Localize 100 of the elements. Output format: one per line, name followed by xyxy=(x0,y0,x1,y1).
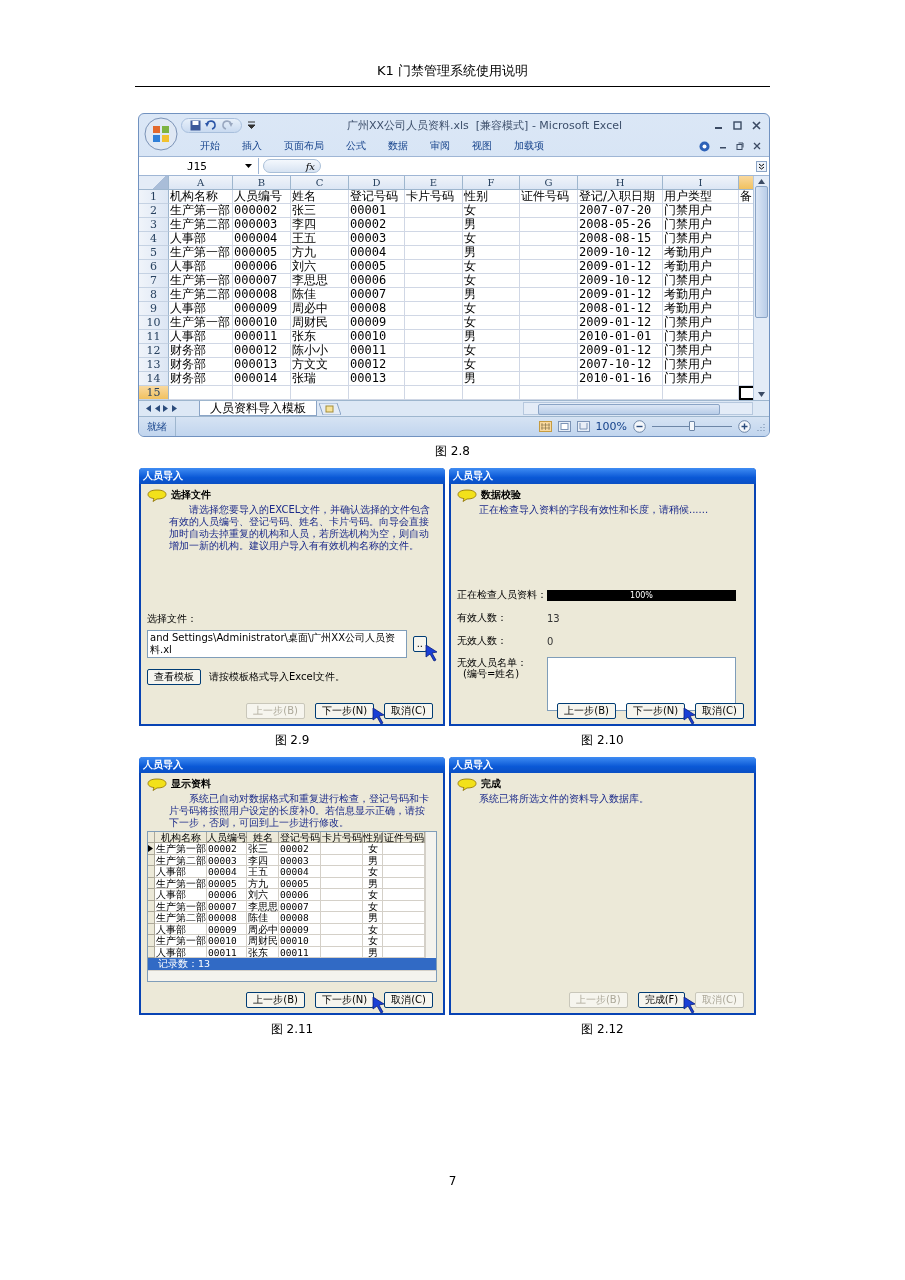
row-header[interactable]: 3 xyxy=(139,218,169,232)
table-cell: 00011 xyxy=(349,344,405,358)
row-header[interactable]: 2 xyxy=(139,204,169,218)
row-header[interactable]: 5 xyxy=(139,246,169,260)
wizard-button[interactable]: 上一步(B) xyxy=(246,992,305,1008)
table-cell: 门禁用户 xyxy=(663,372,739,386)
step-description: 系统已将所选文件的资料导入数据库。 xyxy=(478,792,650,805)
table-cell: 方九 xyxy=(291,246,349,260)
row-header[interactable]: 8 xyxy=(139,288,169,302)
step-description: 正在检查导入资料的字段有效性和长度，请稍候...... xyxy=(478,503,710,516)
wizard-button[interactable]: 上一步(B) xyxy=(557,703,616,719)
table-cell: 周必中 xyxy=(247,923,279,935)
wizard-button[interactable]: 下一步(N) xyxy=(625,703,686,719)
row-header[interactable]: 1 xyxy=(139,190,169,204)
maximize-icon[interactable] xyxy=(733,120,742,130)
table-cell: 00005 xyxy=(349,260,405,274)
figure-caption: 图 2.11 xyxy=(269,1021,315,1038)
row-header[interactable]: 10 xyxy=(139,316,169,330)
column-header[interactable]: G xyxy=(520,176,578,190)
column-header[interactable]: F xyxy=(463,176,520,190)
row-header[interactable]: 15 xyxy=(139,386,169,400)
table-cell: 女 xyxy=(363,900,383,912)
empty-cell xyxy=(405,246,463,260)
column-header[interactable]: I xyxy=(663,176,739,190)
empty-cell xyxy=(405,288,463,302)
table-cell: 人事部 xyxy=(169,232,233,246)
wizard-button[interactable]: 完成(F) xyxy=(637,992,686,1008)
ribbon-tab[interactable]: 插入 xyxy=(231,139,273,153)
table-cell: 女 xyxy=(363,866,383,878)
horizontal-scrollbar[interactable] xyxy=(523,402,753,415)
table-cell: 生产第二部 xyxy=(169,218,233,232)
column-header[interactable]: D xyxy=(349,176,405,190)
row-header[interactable]: 4 xyxy=(139,232,169,246)
horizontal-scrollbar[interactable] xyxy=(148,970,436,981)
column-header[interactable]: E xyxy=(405,176,463,190)
row-header[interactable]: 14 xyxy=(139,372,169,386)
table-cell: 00004 xyxy=(207,866,247,878)
table-cell: 00004 xyxy=(279,866,321,878)
ribbon-tab[interactable]: 公式 xyxy=(335,139,377,153)
page-layout-icon[interactable] xyxy=(557,421,571,432)
table-cell: 00006 xyxy=(279,889,321,901)
vertical-scrollbar[interactable] xyxy=(425,831,436,958)
restore-icon[interactable] xyxy=(736,142,744,150)
empty-cell xyxy=(405,372,463,386)
ribbon-tab[interactable]: 数据 xyxy=(377,139,419,153)
dropdown-icon[interactable] xyxy=(245,164,252,168)
ribbon-tab[interactable]: 审阅 xyxy=(419,139,461,153)
wizard-button[interactable]: 取消(C) xyxy=(384,703,433,719)
row-selector[interactable] xyxy=(148,843,155,855)
help-icon[interactable] xyxy=(699,140,710,152)
row-header[interactable]: 11 xyxy=(139,330,169,344)
table-cell: 000012 xyxy=(233,344,291,358)
table-cell: 2008-01-12 xyxy=(578,302,663,316)
row-header[interactable]: 13 xyxy=(139,358,169,372)
save-icon[interactable] xyxy=(190,119,201,131)
file-path-field[interactable]: and Settings\Administrator\桌面\广州XX公司人员资料.xl xyxy=(147,630,407,658)
wizard-button[interactable]: 取消(C) xyxy=(695,703,744,719)
table-cell: 女 xyxy=(463,274,520,288)
wizard-button[interactable]: 下一步(N) xyxy=(314,992,375,1008)
expand-icon[interactable] xyxy=(756,160,767,172)
table-cell: 女 xyxy=(363,843,383,855)
row-header[interactable]: 9 xyxy=(139,302,169,316)
office-button[interactable] xyxy=(144,117,178,151)
sheet-tab[interactable]: 人员资料导入模板 xyxy=(199,401,317,416)
wizard-button[interactable]: 下一步(N) xyxy=(314,703,375,719)
undo-icon[interactable] xyxy=(205,120,217,130)
empty-cell xyxy=(321,866,363,878)
table-cell: 考勤用户 xyxy=(663,260,739,274)
scroll-down-icon[interactable] xyxy=(758,392,765,397)
column-header[interactable]: A xyxy=(169,176,233,190)
ribbon-tab[interactable]: 开始 xyxy=(189,139,231,153)
close-icon[interactable] xyxy=(752,120,761,130)
row-header[interactable]: 6 xyxy=(139,260,169,274)
customize-icon[interactable] xyxy=(248,121,255,129)
insert-function-button[interactable]: fx xyxy=(305,160,315,172)
column-header[interactable]: B xyxy=(233,176,291,190)
scroll-up-icon[interactable] xyxy=(758,179,765,184)
table-cell: 2009-10-12 xyxy=(578,246,663,260)
ribbon-tab[interactable]: 加载项 xyxy=(503,139,555,153)
browse-button[interactable]: .. xyxy=(412,636,427,652)
column-header[interactable]: C xyxy=(291,176,349,190)
row-header[interactable]: 7 xyxy=(139,274,169,288)
step-heading: 显示资料 xyxy=(171,777,211,791)
empty-cell xyxy=(321,877,363,889)
table-cell: 门禁用户 xyxy=(663,204,739,218)
table-cell: 生产第一部 xyxy=(155,877,207,889)
name-box[interactable]: J15 xyxy=(139,158,259,174)
table-cell: 方九 xyxy=(247,877,279,889)
view-template-button[interactable]: 查看模板 xyxy=(147,669,201,685)
ribbon-tab[interactable]: 视图 xyxy=(461,139,503,153)
wizard-button[interactable]: 取消(C) xyxy=(384,992,433,1008)
close-icon[interactable] xyxy=(753,142,761,150)
zoom-out-icon[interactable] xyxy=(633,420,646,433)
column-header[interactable]: H xyxy=(578,176,663,190)
ribbon-tab[interactable]: 页面布局 xyxy=(273,139,335,153)
vertical-scrollbar[interactable] xyxy=(753,176,769,400)
table-cell: 00009 xyxy=(207,923,247,935)
page-break-icon[interactable] xyxy=(576,421,590,432)
zoom-in-icon[interactable] xyxy=(738,420,751,433)
row-header[interactable]: 12 xyxy=(139,344,169,358)
